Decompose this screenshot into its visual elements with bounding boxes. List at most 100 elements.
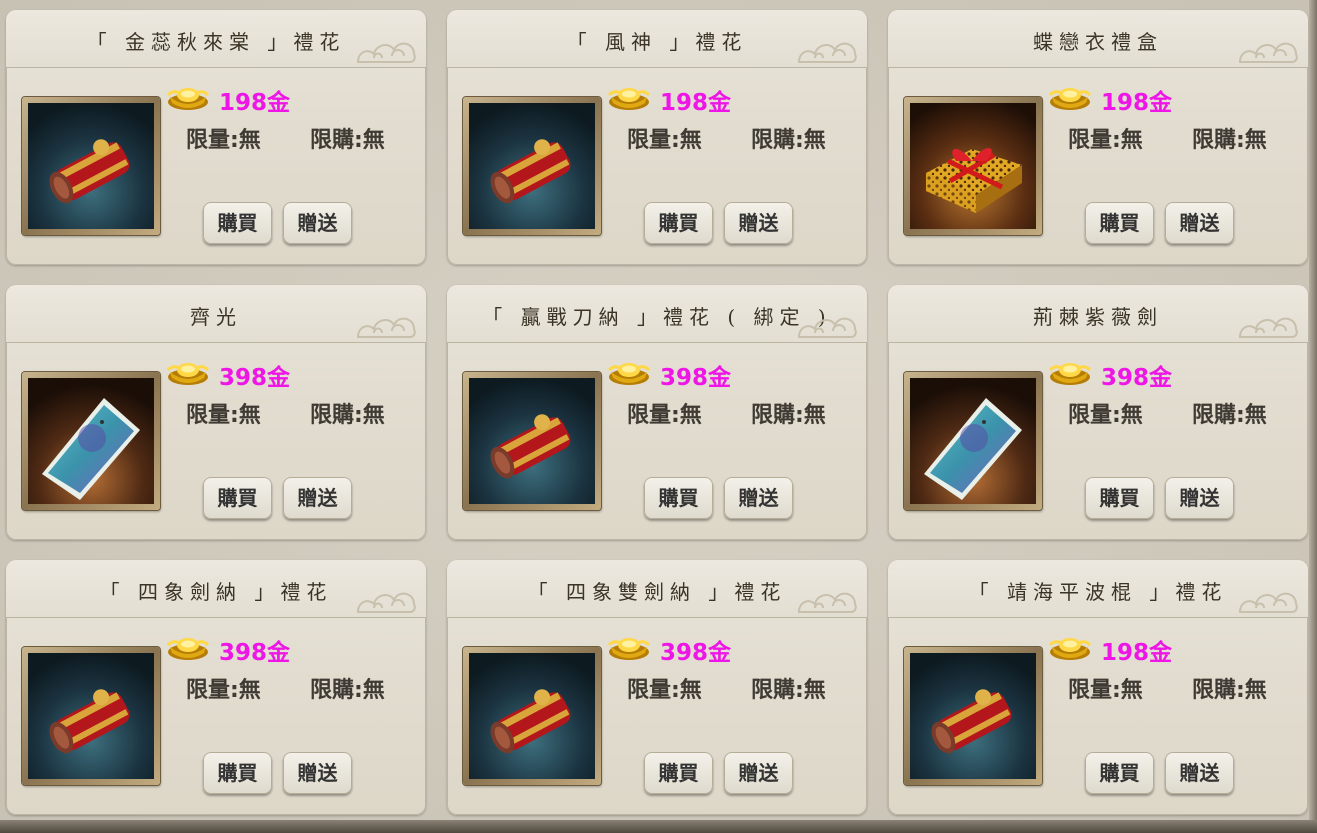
quantity-limit: 限量:無 <box>1068 403 1143 428</box>
item-price: 198金 <box>1101 90 1173 116</box>
purchase-limit: 限購:無 <box>310 403 385 428</box>
firework-bundle-icon <box>910 653 1036 779</box>
gold-ingot-icon <box>166 363 210 385</box>
gold-ingot-icon <box>1048 638 1092 660</box>
firework-bundle-icon <box>28 103 154 229</box>
cloud-ornament-icon <box>797 317 857 338</box>
buy-button[interactable]: 購買 <box>1085 202 1154 244</box>
purchase-limit: 限購:無 <box>751 128 826 153</box>
gift-button[interactable]: 贈送 <box>1165 752 1234 794</box>
shop-item-card: 荊棘紫薇劍 398金 限量:無 限購:無 購買 贈送 <box>888 285 1308 540</box>
purchase-limit: 限購:無 <box>1192 678 1267 703</box>
buy-button[interactable]: 購買 <box>203 752 272 794</box>
quantity-limit: 限量:無 <box>627 403 702 428</box>
shop-item-card: 「 靖海平波棍 」禮花 198金 限量:無 限購:無 購買 贈送 <box>888 560 1308 815</box>
card-header: 荊棘紫薇劍 <box>888 285 1308 343</box>
cloud-ornament-icon <box>797 592 857 613</box>
item-price: 198金 <box>219 90 291 116</box>
item-price: 198金 <box>660 90 732 116</box>
item-thumbnail[interactable] <box>904 372 1042 510</box>
purchase-limit: 限購:無 <box>751 403 826 428</box>
scroll-card-icon <box>28 378 154 504</box>
gift-button[interactable]: 贈送 <box>1165 477 1234 519</box>
gold-ingot-icon <box>1048 363 1092 385</box>
shop-item-grid: 「 金蕊秋來棠 」禮花 198金 限量:無 限購:無 購買 贈送 「 風神 」禮… <box>6 10 1308 816</box>
window-right-border <box>1309 0 1317 833</box>
card-header: 蝶戀衣禮盒 <box>888 10 1308 68</box>
shop-item-card: 齊光 398金 限量:無 限購:無 購買 贈送 <box>6 285 426 540</box>
purchase-limit: 限購:無 <box>310 128 385 153</box>
item-thumbnail[interactable] <box>22 647 160 785</box>
firework-bundle-icon <box>28 653 154 779</box>
firework-bundle-icon <box>469 653 595 779</box>
item-price: 398金 <box>219 640 291 666</box>
item-price: 398金 <box>660 640 732 666</box>
buy-button[interactable]: 購買 <box>644 202 713 244</box>
cloud-ornament-icon <box>1238 592 1298 613</box>
gift-button[interactable]: 贈送 <box>724 752 793 794</box>
gift-button[interactable]: 贈送 <box>283 477 352 519</box>
card-header: 齊光 <box>6 285 426 343</box>
card-header: 「 贏戰刀納 」禮花 ( 綁定 ) <box>447 285 867 343</box>
cloud-ornament-icon <box>1238 317 1298 338</box>
quantity-limit: 限量:無 <box>627 128 702 153</box>
buy-button[interactable]: 購買 <box>1085 477 1154 519</box>
item-thumbnail[interactable] <box>463 372 601 510</box>
item-price: 398金 <box>660 365 732 391</box>
firework-bundle-icon <box>469 103 595 229</box>
card-header: 「 風神 」禮花 <box>447 10 867 68</box>
gold-ingot-icon <box>607 88 651 110</box>
gift-button[interactable]: 贈送 <box>724 477 793 519</box>
shop-item-card: 「 金蕊秋來棠 」禮花 198金 限量:無 限購:無 購買 贈送 <box>6 10 426 265</box>
item-price: 398金 <box>1101 365 1173 391</box>
shop-item-card: 蝶戀衣禮盒 198金 限量:無 限購:無 購買 贈送 <box>888 10 1308 265</box>
cloud-ornament-icon <box>356 42 416 63</box>
quantity-limit: 限量:無 <box>627 678 702 703</box>
item-thumbnail[interactable] <box>463 97 601 235</box>
gift-box-icon <box>910 103 1036 229</box>
quantity-limit: 限量:無 <box>1068 128 1143 153</box>
gold-ingot-icon <box>1048 88 1092 110</box>
buy-button[interactable]: 購買 <box>203 202 272 244</box>
gift-button[interactable]: 贈送 <box>1165 202 1234 244</box>
item-thumbnail[interactable] <box>22 372 160 510</box>
gold-ingot-icon <box>607 638 651 660</box>
buy-button[interactable]: 購買 <box>644 752 713 794</box>
firework-bundle-icon <box>469 378 595 504</box>
item-thumbnail[interactable] <box>463 647 601 785</box>
item-thumbnail[interactable] <box>904 97 1042 235</box>
gift-button[interactable]: 贈送 <box>283 752 352 794</box>
buy-button[interactable]: 購買 <box>644 477 713 519</box>
scroll-card-icon <box>910 378 1036 504</box>
buy-button[interactable]: 購買 <box>203 477 272 519</box>
card-header: 「 四象雙劍納 」禮花 <box>447 560 867 618</box>
buy-button[interactable]: 購買 <box>1085 752 1154 794</box>
gold-ingot-icon <box>166 88 210 110</box>
cloud-ornament-icon <box>797 42 857 63</box>
item-price: 398金 <box>219 365 291 391</box>
item-price: 198金 <box>1101 640 1173 666</box>
item-thumbnail[interactable] <box>22 97 160 235</box>
cloud-ornament-icon <box>356 592 416 613</box>
quantity-limit: 限量:無 <box>186 128 261 153</box>
purchase-limit: 限購:無 <box>751 678 826 703</box>
shop-item-card: 「 四象劍納 」禮花 398金 限量:無 限購:無 購買 贈送 <box>6 560 426 815</box>
gold-ingot-icon <box>166 638 210 660</box>
quantity-limit: 限量:無 <box>186 678 261 703</box>
gift-button[interactable]: 贈送 <box>283 202 352 244</box>
gift-button[interactable]: 贈送 <box>724 202 793 244</box>
card-header: 「 靖海平波棍 」禮花 <box>888 560 1308 618</box>
window-bottom-border <box>0 820 1317 833</box>
purchase-limit: 限購:無 <box>1192 128 1267 153</box>
purchase-limit: 限購:無 <box>310 678 385 703</box>
cloud-ornament-icon <box>356 317 416 338</box>
card-header: 「 四象劍納 」禮花 <box>6 560 426 618</box>
shop-item-card: 「 贏戰刀納 」禮花 ( 綁定 ) 398金 限量:無 限購:無 購買 贈送 <box>447 285 867 540</box>
shop-item-card: 「 風神 」禮花 198金 限量:無 限購:無 購買 贈送 <box>447 10 867 265</box>
gold-ingot-icon <box>607 363 651 385</box>
quantity-limit: 限量:無 <box>186 403 261 428</box>
cloud-ornament-icon <box>1238 42 1298 63</box>
purchase-limit: 限購:無 <box>1192 403 1267 428</box>
item-thumbnail[interactable] <box>904 647 1042 785</box>
card-header: 「 金蕊秋來棠 」禮花 <box>6 10 426 68</box>
